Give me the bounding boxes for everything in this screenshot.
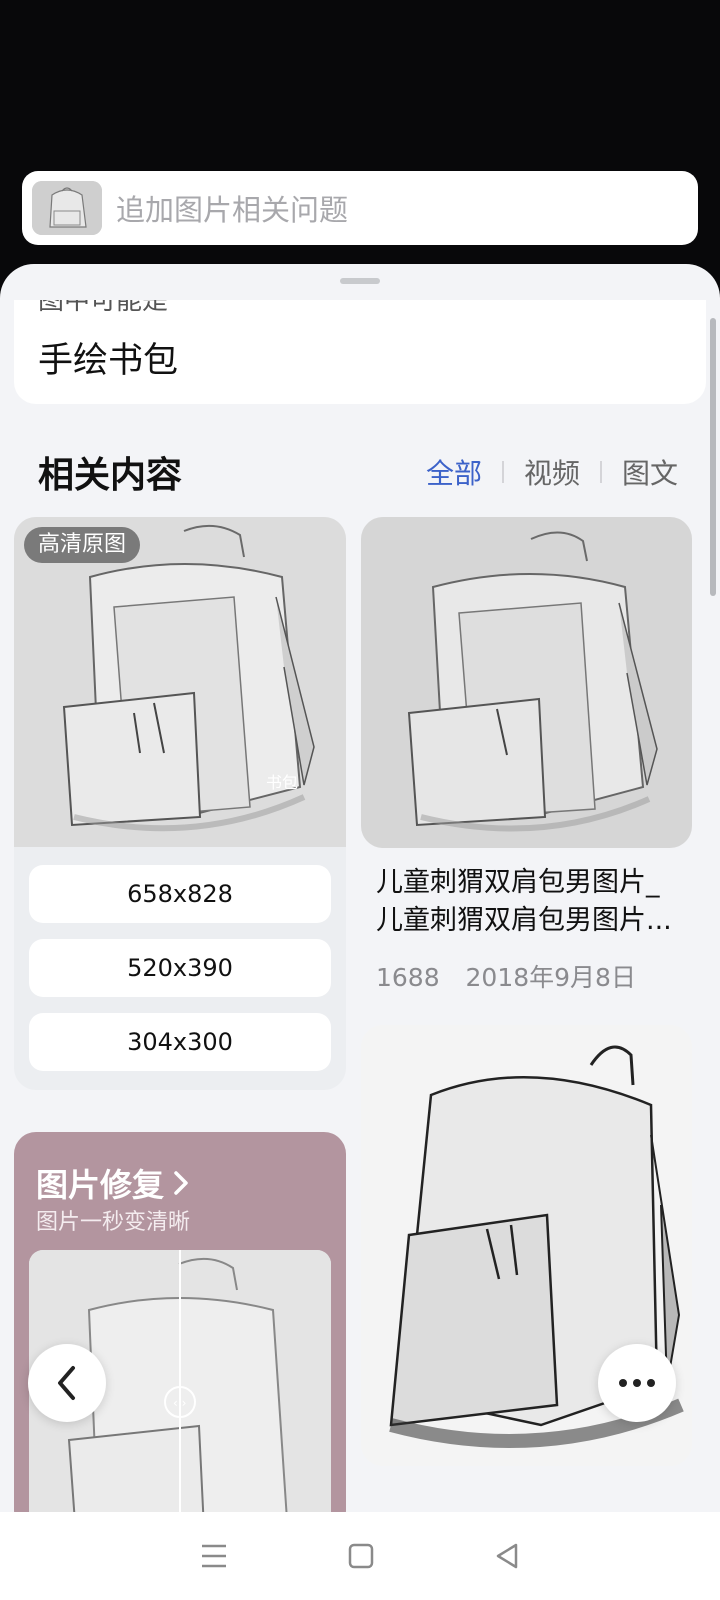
svg-text:‹ ›: ‹ › (173, 1396, 186, 1410)
related-image-card[interactable] (361, 517, 692, 848)
related-image-caption[interactable]: 儿童刺猬双肩包男图片_ 儿童刺猬双肩包男图片... (376, 864, 686, 940)
back-button[interactable] (28, 1344, 106, 1422)
filter-tabs: 全部 视频 图文 (426, 452, 678, 492)
caption-line-1: 儿童刺猬双肩包男图片_ (376, 867, 660, 898)
tab-image-text[interactable]: 图文 (622, 452, 678, 492)
date-label: 2018年9月8日 (465, 963, 636, 992)
hd-image-card[interactable]: 高清原图 书包 658x828 520x390 304x300 (14, 517, 346, 1090)
backpack-sketch-image[interactable] (361, 517, 692, 848)
repair-subtitle: 图片一秒变清晰 (36, 1210, 191, 1235)
results-sheet: 图中可能是 手绘书包 相关内容 全部 视频 图文 高清原图 书包 658x828… (0, 264, 720, 1512)
search-image-thumbnail[interactable] (32, 181, 102, 235)
tab-video[interactable]: 视频 (524, 452, 580, 492)
system-nav-bar (0, 1512, 720, 1600)
caption-line-2: 儿童刺猬双肩包男图片... (376, 905, 672, 936)
source-label: 1688 (376, 963, 440, 992)
repair-title-text: 图片修复 (36, 1166, 165, 1204)
search-bar[interactable]: 追加图片相关问题 (22, 171, 698, 245)
recognition-result-card: 图中可能是 手绘书包 (14, 300, 706, 404)
hd-badge: 高清原图 (24, 527, 141, 563)
repair-title[interactable]: 图片修复 (36, 1160, 192, 1206)
sheet-drag-handle[interactable] (340, 278, 380, 284)
image-repair-card[interactable]: 图片修复 图片一秒变清晰 ‹ › (14, 1132, 346, 1512)
tab-divider (599, 461, 602, 483)
more-dots-icon (619, 1379, 655, 1387)
size-option-3[interactable]: 304x300 (29, 1013, 331, 1071)
back-triangle-icon[interactable] (493, 1542, 521, 1570)
section-title: 相关内容 (38, 455, 183, 496)
size-option-2[interactable]: 520x390 (29, 939, 331, 997)
scrollbar[interactable] (710, 318, 716, 596)
result-answer[interactable]: 手绘书包 (38, 332, 178, 383)
tab-all[interactable]: 全部 (426, 452, 482, 492)
related-content-header: 相关内容 全部 视频 图文 (38, 442, 678, 502)
chevron-right-icon (174, 1171, 188, 1195)
caption-meta: 1688 2018年9月8日 (376, 958, 636, 994)
chevron-left-icon (58, 1366, 75, 1400)
result-label: 图中可能是 (38, 300, 169, 316)
tab-divider (501, 461, 504, 483)
home-square-icon[interactable] (347, 1542, 375, 1570)
more-button[interactable] (598, 1344, 676, 1422)
backpack-sketch-image[interactable]: 高清原图 书包 (14, 517, 346, 847)
search-placeholder[interactable]: 追加图片相关问题 (116, 187, 348, 229)
menu-icon[interactable] (199, 1542, 229, 1570)
image-watermark: 书包 (266, 773, 299, 792)
size-option-1[interactable]: 658x828 (29, 865, 331, 923)
